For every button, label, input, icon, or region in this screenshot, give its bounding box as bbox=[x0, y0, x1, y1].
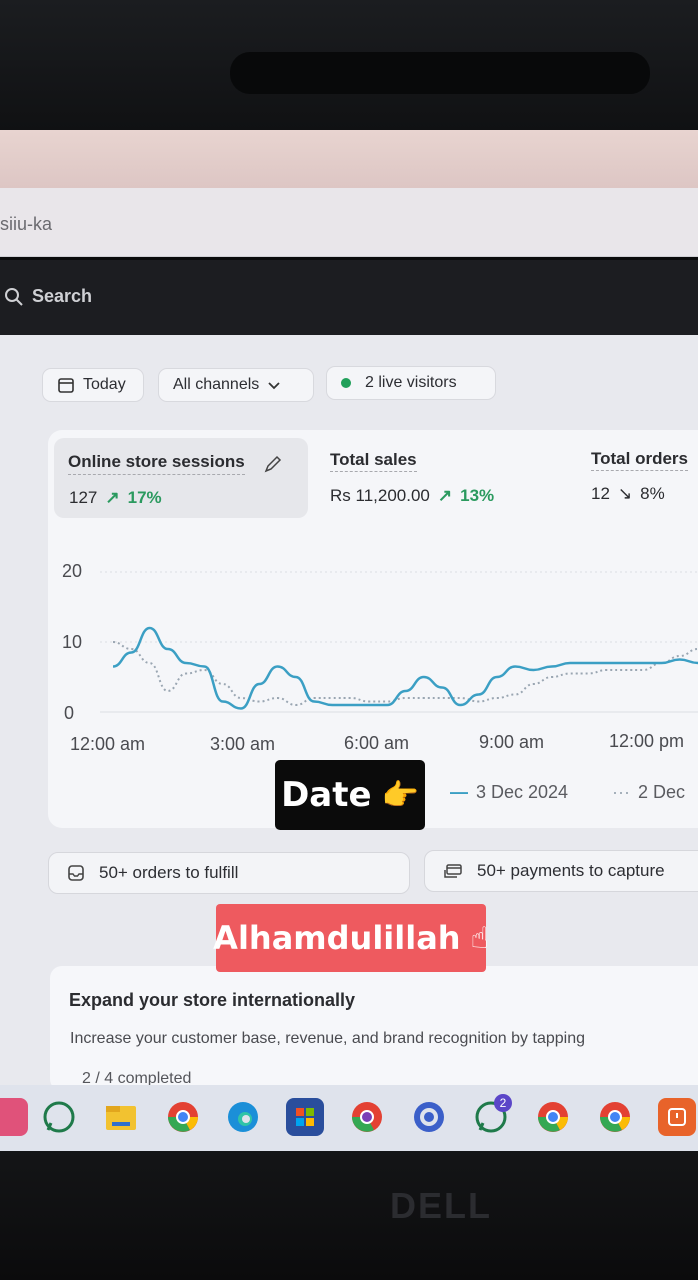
legend-current: — 3 Dec 2024 bbox=[450, 782, 568, 803]
date-filter-button[interactable]: Today bbox=[42, 368, 144, 402]
x-tick-label: 9:00 am bbox=[479, 732, 545, 752]
trend-down-icon: ↘ bbox=[617, 484, 633, 503]
payments-to-capture-button[interactable]: 50+ payments to capture bbox=[424, 850, 698, 892]
chrome-icon-2[interactable] bbox=[534, 1098, 572, 1136]
metric-sessions-header: Online store sessions bbox=[68, 452, 283, 475]
whatsapp-badge-icon[interactable]: 2 bbox=[472, 1094, 512, 1136]
x-tick-label: 3:00 am bbox=[210, 734, 276, 754]
url-text[interactable]: siiu-ka bbox=[0, 214, 52, 235]
x-tick-label: 12:00 pm bbox=[609, 731, 685, 751]
browser-tab-strip bbox=[0, 130, 698, 188]
metric-value: 12 bbox=[591, 484, 610, 503]
series-line-2-dec bbox=[112, 641, 698, 707]
trend-up-icon: ↗ bbox=[105, 488, 120, 507]
live-visitors-label: 2 live visitors bbox=[365, 374, 457, 391]
pointing-up-hand-icon: ☝ bbox=[470, 920, 489, 956]
metric-sales-value: Rs 11,200.00 ↗ 13% bbox=[330, 486, 494, 506]
app-icon-partial[interactable] bbox=[0, 1098, 28, 1136]
file-explorer-icon[interactable] bbox=[102, 1098, 140, 1136]
metric-value: 127 bbox=[69, 488, 98, 507]
search-icon bbox=[5, 287, 23, 306]
date-filter-label: Today bbox=[83, 376, 126, 393]
channels-filter-label: All channels bbox=[173, 376, 260, 393]
solid-line-icon: — bbox=[450, 782, 468, 802]
metric-sessions-value: 127 ↗ 17% bbox=[69, 488, 162, 508]
alhamdulillah-text: Alhamdulillah bbox=[213, 919, 461, 957]
metric-change: 17% bbox=[127, 488, 162, 507]
metric-label: Total orders bbox=[591, 449, 688, 471]
metric-change: 13% bbox=[460, 486, 495, 505]
metric-label: Total sales bbox=[330, 450, 417, 472]
pencil-icon[interactable] bbox=[263, 454, 283, 474]
legend-current-label: 3 Dec 2024 bbox=[476, 782, 569, 802]
x-tick-label: 12:00 am bbox=[70, 734, 146, 754]
chrome-icon[interactable] bbox=[164, 1098, 202, 1136]
date-sticker-text: Date bbox=[281, 775, 372, 815]
line-chart bbox=[100, 571, 698, 713]
payment-icon bbox=[444, 864, 462, 878]
admin-top-bar bbox=[0, 260, 698, 335]
live-dot-icon bbox=[341, 378, 351, 388]
metric-value: Rs 11,200.00 bbox=[330, 486, 430, 505]
date-sticker: Date 👉 bbox=[275, 760, 425, 830]
x-tick-label: 6:00 am bbox=[344, 733, 410, 753]
whatsapp-icon[interactable] bbox=[40, 1098, 78, 1136]
expand-description: Increase your customer base, revenue, an… bbox=[70, 1030, 585, 1047]
dell-logo: DELL bbox=[390, 1185, 492, 1226]
orders-to-fulfill-label: 50+ orders to fulfill bbox=[99, 863, 239, 882]
app-icon[interactable] bbox=[658, 1098, 696, 1136]
payments-to-capture-label: 50+ payments to capture bbox=[477, 861, 665, 880]
legend-previous: ··· 2 Dec bbox=[612, 782, 685, 803]
metric-sales-tab[interactable]: Total sales bbox=[330, 450, 417, 472]
search-label: Search bbox=[32, 286, 93, 306]
chrome-profile-icon[interactable] bbox=[348, 1098, 386, 1136]
expand-title: Expand your store internationally bbox=[69, 990, 356, 1010]
metric-label: Online store sessions bbox=[68, 452, 245, 475]
notification-badge: 2 bbox=[494, 1094, 512, 1112]
chevron-down-icon bbox=[268, 382, 280, 390]
dotted-line-icon: ··· bbox=[612, 782, 630, 802]
bottom-bezel bbox=[0, 1151, 698, 1280]
metric-orders-tab[interactable]: Total orders bbox=[591, 449, 688, 471]
chrome-app-icon[interactable] bbox=[410, 1098, 448, 1136]
metric-change: 8% bbox=[640, 484, 665, 503]
live-visitors-button[interactable]: 2 live visitors bbox=[326, 366, 496, 400]
alhamdulillah-sticker: Alhamdulillah ☝ bbox=[213, 904, 489, 972]
webcam-strip bbox=[230, 52, 650, 94]
orders-to-fulfill-button[interactable]: 50+ orders to fulfill bbox=[48, 852, 410, 894]
trend-up-icon: ↗ bbox=[437, 486, 453, 505]
address-bar[interactable] bbox=[0, 188, 698, 257]
calendar-icon bbox=[58, 378, 74, 393]
chrome-icon-3[interactable] bbox=[596, 1098, 634, 1136]
pointing-right-hand-icon: 👉 bbox=[381, 777, 419, 813]
search-bar[interactable]: Search bbox=[4, 286, 92, 307]
series-line-3-dec bbox=[112, 626, 698, 710]
legend-previous-label: 2 Dec bbox=[637, 782, 686, 802]
edge-icon[interactable] bbox=[224, 1098, 262, 1136]
inbox-icon bbox=[68, 865, 84, 881]
store-icon[interactable] bbox=[286, 1098, 324, 1136]
metric-orders-value: 12 ↘ 8% bbox=[591, 484, 665, 504]
channels-filter-button[interactable]: All channels bbox=[158, 368, 314, 402]
